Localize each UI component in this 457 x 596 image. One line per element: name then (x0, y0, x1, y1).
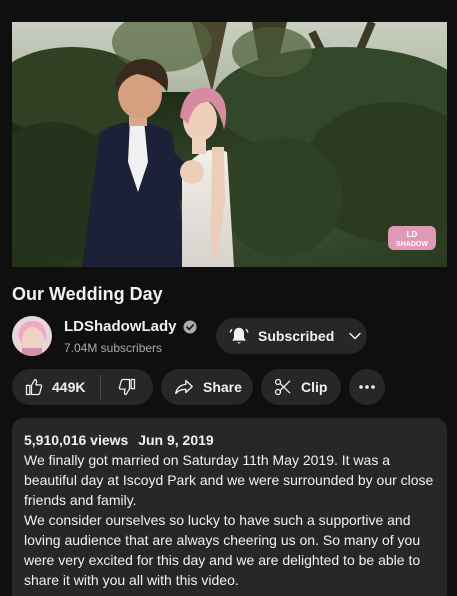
watch-page: LD SHADOW Our Wedding Day LDShadowLady 7… (0, 0, 457, 596)
more-actions-button[interactable] (349, 369, 385, 405)
upload-date: Jun 9, 2019 (138, 432, 214, 448)
channel-name-text[interactable]: LDShadowLady (64, 318, 177, 335)
video-title: Our Wedding Day (12, 284, 163, 304)
thumbs-up-icon (25, 378, 43, 396)
description-paragraph-1: We finally got married on Saturday 11th … (24, 452, 434, 508)
more-horizontal-icon (359, 385, 375, 389)
subscriber-count: 7.04M subscribers (64, 341, 163, 355)
svg-text:LD: LD (407, 230, 418, 239)
description-box[interactable]: 5,910,016 views Jun 9, 2019 We finally g… (12, 418, 447, 596)
share-label: Share (203, 379, 242, 395)
avatar-image (12, 316, 52, 356)
chevron-down-icon (349, 332, 361, 340)
svg-text:SHADOW: SHADOW (396, 241, 428, 248)
view-count: 5,910,016 views (24, 432, 129, 448)
verified-check-icon (183, 320, 197, 333)
clip-label: Clip (301, 379, 328, 395)
scissors-icon (274, 378, 291, 396)
description-paragraph-2: We consider ourselves so lucky to have s… (24, 512, 421, 588)
video-player[interactable]: LD SHADOW (12, 22, 447, 267)
like-count: 449K (52, 379, 86, 395)
clip-button[interactable]: Clip (261, 369, 341, 405)
share-button[interactable]: Share (161, 369, 253, 405)
description-meta: 5,910,016 views Jun 9, 2019 (24, 430, 435, 450)
subscribed-button[interactable]: Subscribed (216, 318, 367, 354)
subscribed-label: Subscribed (258, 328, 335, 344)
channel-avatar[interactable] (12, 316, 52, 356)
like-button[interactable]: 449K (12, 369, 100, 405)
thumbs-down-icon (118, 378, 136, 396)
channel-name[interactable]: LDShadowLady (64, 318, 197, 335)
bell-icon (229, 327, 249, 344)
like-dislike-group: 449K (12, 369, 153, 405)
video-frame: LD SHADOW (12, 22, 447, 267)
share-icon (175, 379, 193, 395)
dislike-button[interactable] (101, 369, 153, 405)
ldshadowlady-logo: LD SHADOW (388, 226, 436, 250)
